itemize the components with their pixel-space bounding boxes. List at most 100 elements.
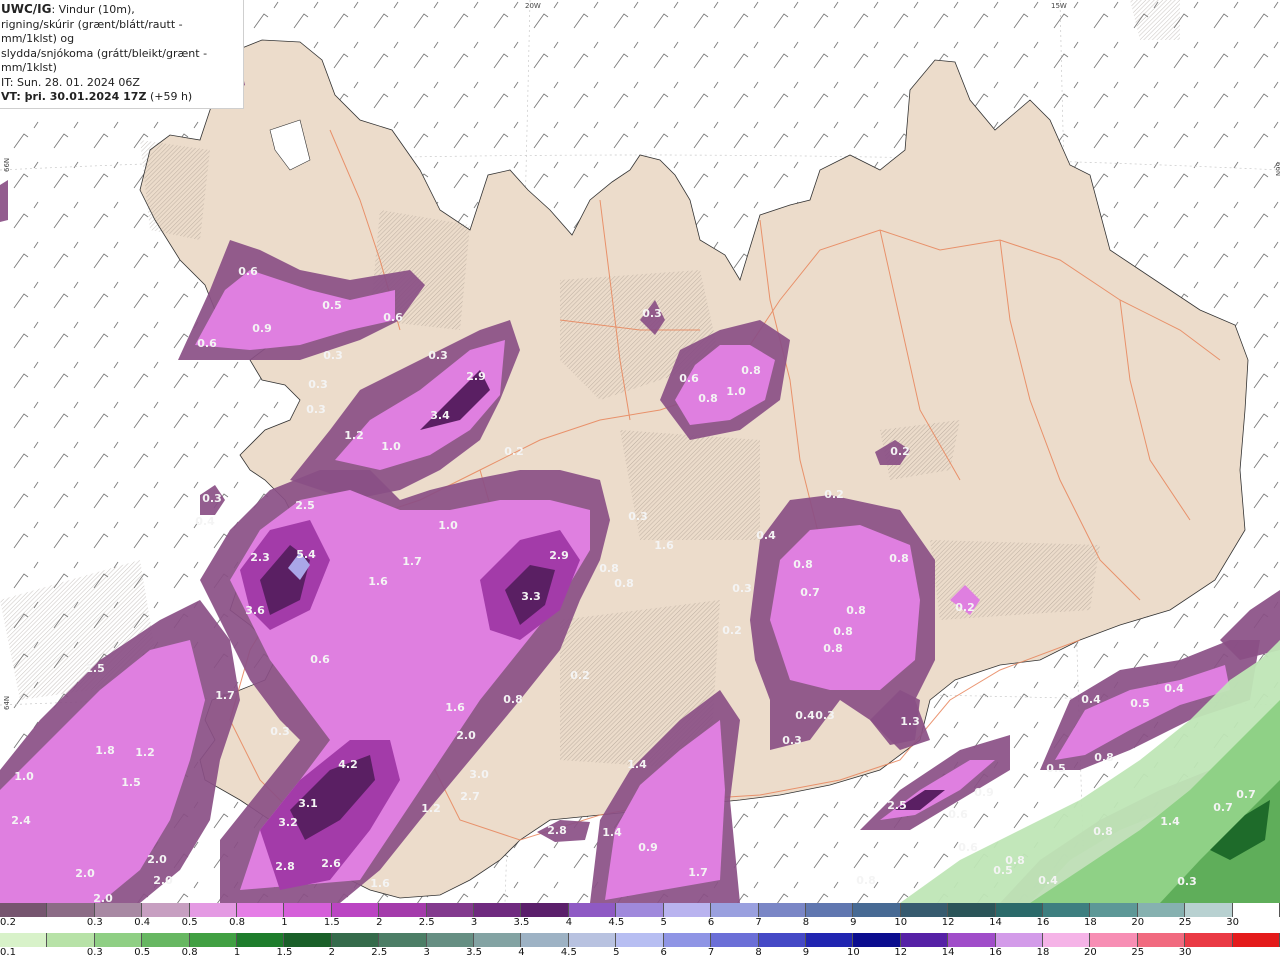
legend-label: 12 bbox=[894, 947, 908, 958]
precip-value-label: 4.2 bbox=[338, 758, 358, 771]
legend-swatch bbox=[379, 933, 427, 947]
legend-swatch bbox=[1042, 933, 1091, 947]
legend-label: 10 bbox=[846, 947, 860, 958]
legend-label: 5 bbox=[660, 917, 667, 928]
legend-swatch bbox=[853, 933, 901, 947]
product-line1: : Vindur (10m), bbox=[51, 3, 135, 16]
precip-value-label: 1.6 bbox=[445, 701, 465, 714]
precip-value-label: 0.8 bbox=[1093, 825, 1113, 838]
legend-swatch bbox=[189, 903, 238, 917]
legend-label: 12 bbox=[941, 917, 955, 928]
legend-label: 0.2 bbox=[0, 917, 16, 928]
legend-label: 0.3 bbox=[86, 917, 103, 928]
precip-value-label: 0.2 bbox=[722, 624, 742, 637]
precip-value-label: 0.3 bbox=[642, 307, 662, 320]
precip-value-label: 3.6 bbox=[245, 604, 265, 617]
precip-value-label: 1.4 bbox=[602, 826, 622, 839]
legend-swatch bbox=[521, 933, 569, 947]
legend-label: 20 bbox=[1131, 917, 1145, 928]
precip-value-label: 1.2 bbox=[421, 802, 441, 815]
precip-value-label: 1.7 bbox=[402, 555, 422, 568]
precip-value-label: 0.7 bbox=[1213, 801, 1233, 814]
precip-value-label: 1.5 bbox=[85, 662, 105, 675]
precip-value-label: 2.4 bbox=[11, 814, 31, 827]
legend-swatch bbox=[948, 933, 996, 947]
precip-value-label: 0.8 bbox=[823, 642, 843, 655]
precip-value-label: 2.5 bbox=[887, 799, 907, 812]
precip-value-label: 0.4 bbox=[1038, 874, 1058, 887]
legend-label: 2 bbox=[376, 917, 383, 928]
legend-swatch bbox=[1232, 903, 1280, 917]
precip-value-label: 0.3 bbox=[815, 709, 835, 722]
legend-swatch bbox=[948, 903, 996, 917]
precip-value-label: 0.2 bbox=[504, 445, 524, 458]
legend-swatch bbox=[1042, 903, 1091, 917]
precip-value-label: 0.3 bbox=[1177, 875, 1197, 888]
legend-swatch bbox=[568, 903, 617, 917]
legend-swatch bbox=[142, 903, 190, 917]
legend-swatch bbox=[1090, 933, 1138, 947]
precip-value-label: 0.4 bbox=[1081, 693, 1101, 706]
legend-swatch bbox=[758, 933, 806, 947]
legend-swatch bbox=[284, 933, 332, 947]
legend-label: 0.3 bbox=[86, 947, 103, 958]
legend-label: 4 bbox=[565, 917, 573, 928]
legend-swatch bbox=[237, 903, 285, 917]
precip-value-label: 1.0 bbox=[381, 440, 401, 453]
precip-value-label: 0.6 bbox=[948, 808, 968, 821]
legend-snow-labels: 0.2 0.3 0.4 0.5 0.8 1 1.5 2 2.5 3 3.5 4 4.5 5 6 7 8 9 10 12… bbox=[0, 917, 1280, 930]
precip-value-label: 0.3 bbox=[323, 349, 343, 362]
legend-snow: 0.2 0.3 0.4 0.5 0.8 1 1.5 2 2.5 3 3.5 4 4.5 5 6 7 8 9 10 12… bbox=[0, 903, 1280, 930]
legend-swatch bbox=[0, 903, 48, 917]
legend-swatch bbox=[474, 903, 522, 917]
precip-value-label: 0.9 bbox=[252, 322, 272, 335]
legend-swatch bbox=[616, 903, 664, 917]
precip-value-label: 2.3 bbox=[250, 551, 270, 564]
precip-value-label: 0.3 bbox=[732, 582, 752, 595]
valid-offset: (+59 h) bbox=[149, 90, 193, 103]
legend-swatch bbox=[47, 933, 95, 947]
precip-value-label: 0.6 bbox=[958, 841, 978, 854]
legend-rain-bar bbox=[0, 933, 1280, 947]
precip-value-label: 0.3 bbox=[782, 734, 802, 747]
precip-value-label: 2.0 bbox=[456, 729, 476, 742]
legend-swatch bbox=[616, 933, 664, 947]
legend-swatch bbox=[94, 933, 143, 947]
legend-label: 25 bbox=[1131, 947, 1145, 958]
precip-value-label: 2.0 bbox=[147, 853, 167, 866]
precip-value-label: 0.3 bbox=[308, 378, 328, 391]
precip-value-label: 0.8 bbox=[741, 364, 761, 377]
precip-value-label: 0.6 bbox=[383, 311, 403, 324]
precip-value-label: 1.4 bbox=[1160, 815, 1180, 828]
precip-value-label: 0.8 bbox=[599, 562, 619, 575]
legend-swatch bbox=[237, 933, 285, 947]
legend-swatch bbox=[805, 933, 854, 947]
precip-value-label: 0.5 bbox=[993, 864, 1013, 877]
precip-value-label: 0.8 bbox=[1094, 751, 1114, 764]
valid-time: VT: þri. 30.01.2024 17Z bbox=[1, 90, 147, 103]
legend-swatch bbox=[331, 933, 380, 947]
legend-swatch bbox=[474, 933, 522, 947]
precip-value-label: 1.0 bbox=[726, 385, 746, 398]
precip-value-label: 1.7 bbox=[215, 689, 235, 702]
map-canvas: 20W 15W 66N 66N 64N 0.60.50.60.90.60.3 0… bbox=[0, 0, 1280, 903]
legend-label: 30 bbox=[1226, 917, 1239, 928]
legend-label: 1 bbox=[281, 917, 288, 928]
precip-value-label: 0.9 bbox=[974, 786, 994, 799]
legend-label: 25 bbox=[1178, 917, 1192, 928]
legend-swatch bbox=[0, 933, 48, 947]
precip-value-label: 3.2 bbox=[278, 816, 298, 829]
precip-value-label: 0.2 bbox=[570, 669, 590, 682]
precip-value-label: 0.8 bbox=[698, 392, 718, 405]
legend-swatch bbox=[142, 933, 190, 947]
precip-value-label: 0.4 bbox=[756, 529, 776, 542]
precip-value-label: 2.8 bbox=[275, 860, 295, 873]
legend-swatch bbox=[426, 933, 475, 947]
legend-swatch bbox=[331, 903, 380, 917]
precip-value-label: 0.3 bbox=[628, 510, 648, 523]
precip-value-label: 1.0 bbox=[438, 519, 458, 532]
legend-swatch bbox=[900, 933, 949, 947]
legend-rain-labels: 0.1 0.3 0.5 0.8 1 1.5 2 2.5 3 3.5 4 4.5 5 6 7 8 9 10 12 14 1… bbox=[0, 947, 1280, 960]
precip-value-label: 0.6 bbox=[197, 337, 217, 350]
precip-value-label: 0.6 bbox=[310, 653, 330, 666]
